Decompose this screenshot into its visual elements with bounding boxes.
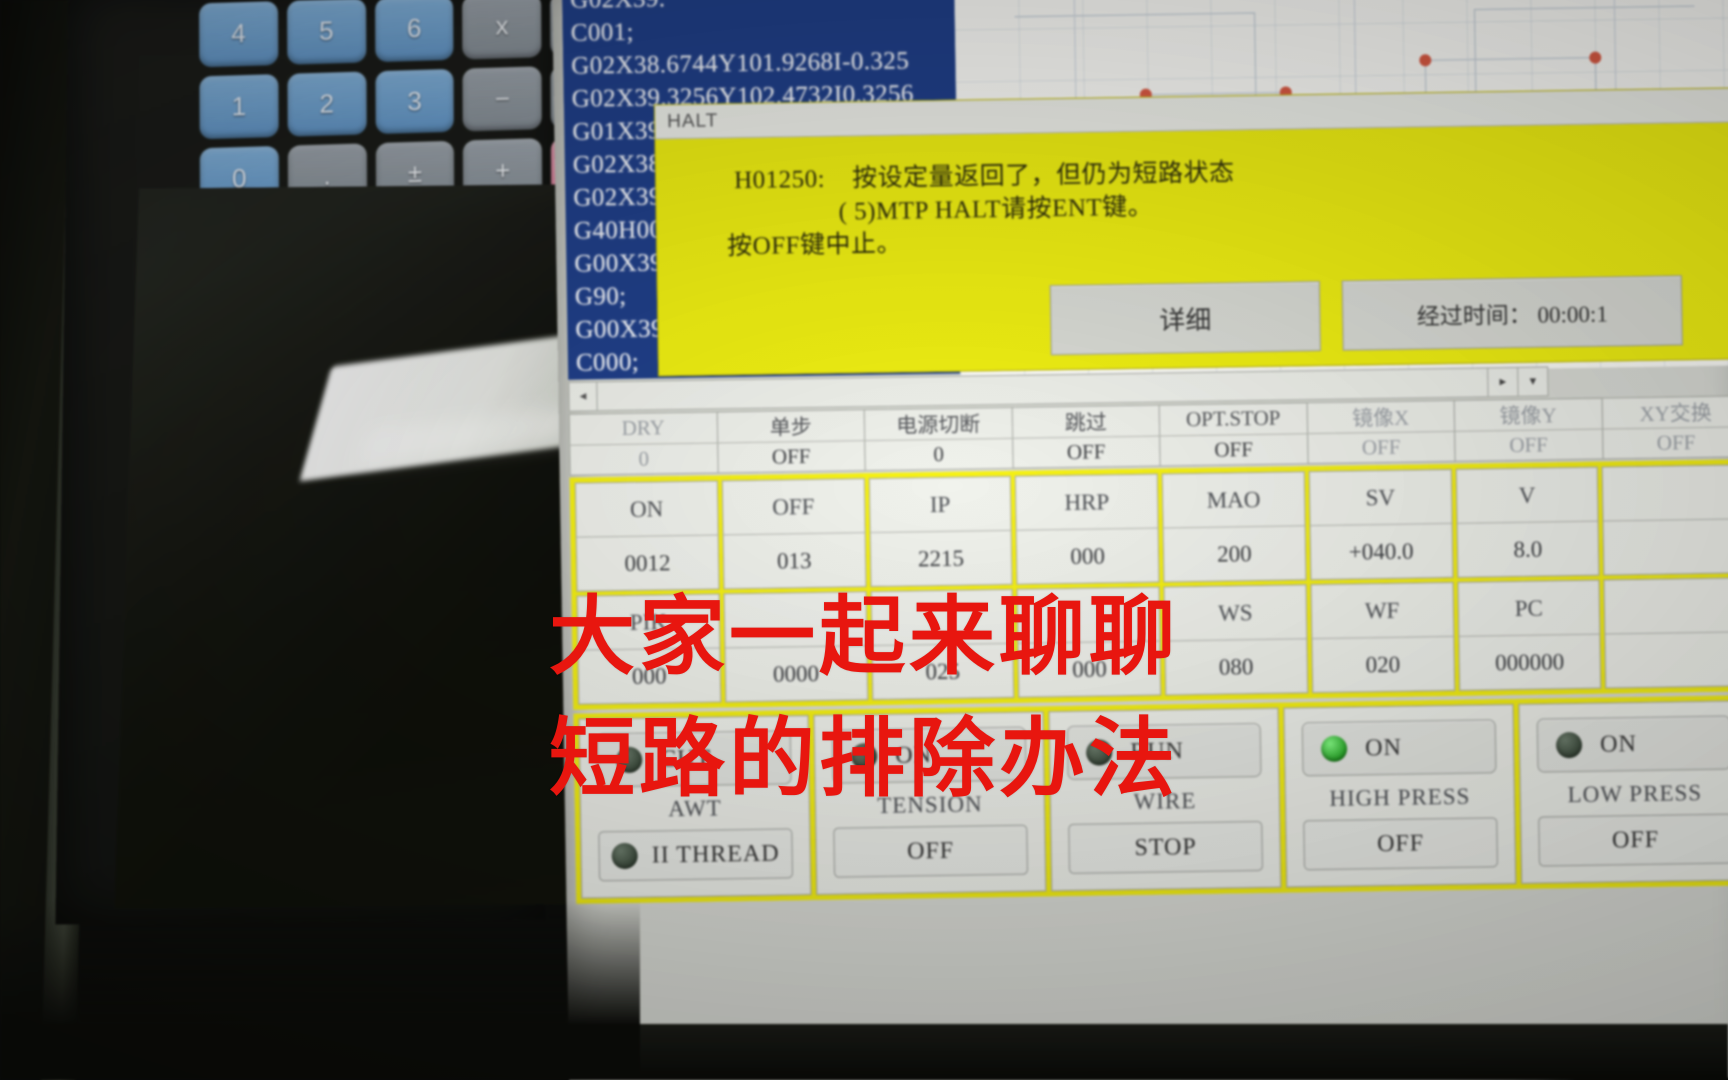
keypad-key-3[interactable]: 3 xyxy=(375,68,455,134)
status-cell-[interactable]: 跳过 OFF xyxy=(1011,404,1161,469)
status-cell-x[interactable]: 镜像X OFF xyxy=(1306,399,1456,465)
status-value: OFF xyxy=(1066,439,1106,464)
keypad-key-6[interactable]: 6 xyxy=(374,0,454,62)
toggle-value-label: II THREAD xyxy=(651,840,780,869)
halt-dialog: HALT H01250: 按设定量返回了，但仍为短路状态 ( 5)MTP HAL… xyxy=(653,87,1728,377)
status-label: 单步 xyxy=(717,410,865,444)
scroll-down-arrow-icon[interactable]: ▼ xyxy=(1517,367,1548,396)
status-label: OPT.STOP xyxy=(1159,403,1307,437)
halt-message-line1: 按设定量返回了，但仍为短路状态 xyxy=(851,159,1235,193)
toggle-value-button[interactable]: STOP xyxy=(1068,820,1263,874)
caption-line-2: 短路的排除办法 xyxy=(549,709,1179,809)
param-label: MAO xyxy=(1162,472,1305,529)
halt-dialog-buttons: 详细 经过时间： 00:00:1 xyxy=(1049,275,1683,356)
status-label: 电源切断 xyxy=(864,407,1012,442)
halt-message-line3: 按OFF键中止。 xyxy=(726,230,903,261)
param-cell-v[interactable]: V 8.0 xyxy=(1455,466,1600,578)
machine-lower-shadow xyxy=(0,900,640,1080)
scroll-right-arrow-icon[interactable]: ► xyxy=(1487,367,1518,397)
keypad-key-1[interactable]: 1 xyxy=(199,73,279,140)
cnc-screen: G02X39.C001;G02X38.6744Y101.9268I-0.325G… xyxy=(552,0,1728,1080)
scroll-track[interactable] xyxy=(597,382,1487,396)
halt-dialog-message: H01250: 按设定量返回了，但仍为短路状态 ( 5)MTP HALT请按EN… xyxy=(727,156,1236,263)
toggle-value-button[interactable]: OFF xyxy=(1303,817,1498,871)
toggle-value-button[interactable]: OFF xyxy=(1538,813,1728,867)
status-value: OFF xyxy=(1509,432,1549,458)
status-value: OFF xyxy=(771,443,811,469)
param-cell-blank[interactable] xyxy=(1601,464,1728,576)
status-label: DRY xyxy=(569,412,717,446)
param-label: V xyxy=(1456,467,1598,524)
status-value: OFF xyxy=(1656,430,1696,455)
status-cell-[interactable]: 单步 OFF xyxy=(716,409,866,474)
halt-error-code: H01250: xyxy=(733,165,826,195)
keypad-key-[interactable]: − xyxy=(462,65,542,132)
halt-dialog-body: H01250: 按设定量返回了，但仍为短路状态 ( 5)MTP HALT请按EN… xyxy=(655,122,1728,377)
keypad-key-2[interactable]: 2 xyxy=(287,70,367,137)
status-cell-optstop[interactable]: OPT.STOP OFF xyxy=(1158,402,1309,467)
toggle-value-button[interactable]: OFF xyxy=(833,824,1028,878)
indicator-lamp-icon xyxy=(611,842,638,870)
param-label: IP xyxy=(869,476,1011,534)
param-label: HRP xyxy=(1016,474,1158,531)
status-label: 跳过 xyxy=(1012,405,1160,439)
status-label: XY交换 xyxy=(1602,396,1728,430)
caption-line-1: 大家一起来聊聊 xyxy=(549,587,1179,687)
status-value: 0 xyxy=(933,441,945,467)
halt-message-line2: ( 5)MTP HALT请按ENT键。 xyxy=(838,193,1154,226)
keypad-key-x[interactable]: x xyxy=(462,0,542,60)
status-cell-y[interactable]: 镜像Y OFF xyxy=(1453,397,1604,462)
param-cell-sv[interactable]: SV +040.0 xyxy=(1308,468,1453,581)
keypad-key-4[interactable]: 4 xyxy=(198,1,279,67)
status-label: 镜像X xyxy=(1307,400,1455,435)
scroll-left-arrow-icon[interactable]: ◄ xyxy=(569,382,598,411)
toggle-value-button[interactable]: II THREAD xyxy=(598,828,793,882)
param-label: ON xyxy=(575,481,718,538)
status-cell-[interactable]: 电源切断 0 xyxy=(863,406,1014,472)
status-value: OFF xyxy=(1361,434,1401,460)
status-label: 镜像Y xyxy=(1454,398,1602,432)
param-label xyxy=(1602,465,1728,522)
status-cell-xy[interactable]: XY交换 OFF xyxy=(1601,395,1728,460)
elapsed-time-display: 经过时间： 00:00:1 xyxy=(1341,275,1683,351)
status-cell-dry[interactable]: DRY 0 xyxy=(568,411,719,476)
status-value: 0 xyxy=(638,446,650,471)
screenshot-root: 789÷√456xx^2123−1/x0.±+= xyxy=(0,0,1728,1080)
keypad-key-5[interactable]: 5 xyxy=(286,0,366,65)
param-label: OFF xyxy=(722,479,865,536)
param-label: SV xyxy=(1309,469,1452,527)
detail-button[interactable]: 详细 xyxy=(1049,280,1321,356)
status-value: OFF xyxy=(1214,436,1254,462)
